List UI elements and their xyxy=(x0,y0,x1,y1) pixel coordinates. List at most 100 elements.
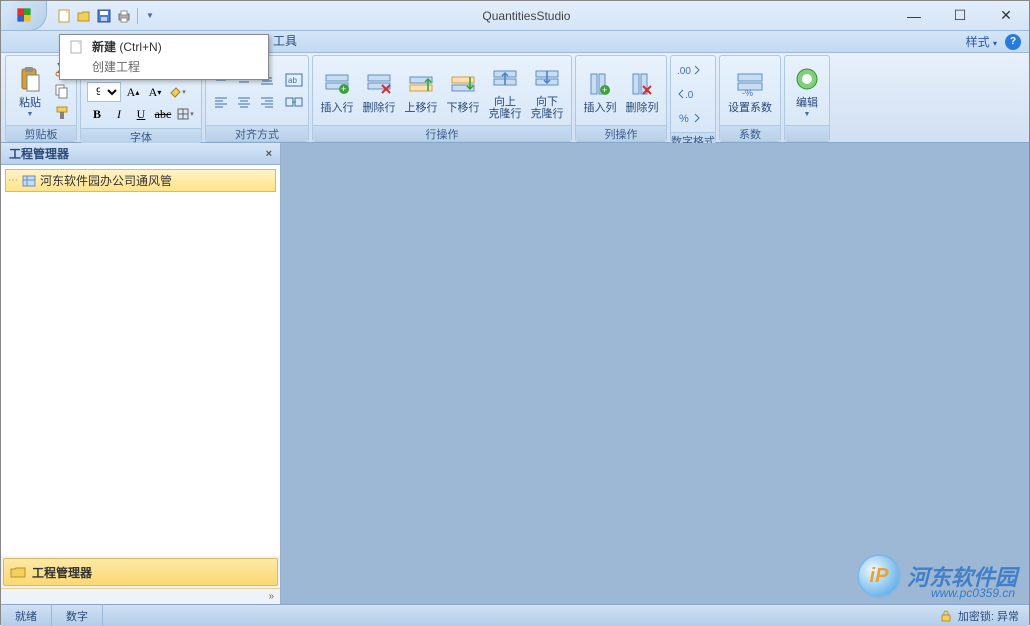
edit-button[interactable]: 编辑▼ xyxy=(789,59,825,123)
paste-icon xyxy=(14,63,46,95)
main-area: 工程管理器 × ⋯ 河东软件园办公司通风管 工程管理器 » xyxy=(1,143,1029,604)
clone-up-icon xyxy=(489,62,521,94)
separator xyxy=(137,8,138,24)
font-size-select[interactable]: 9 xyxy=(87,82,121,102)
close-button[interactable]: ✕ xyxy=(983,1,1029,31)
decrease-decimal-icon[interactable]: .0 xyxy=(677,84,701,104)
moveup-icon xyxy=(405,68,437,100)
help-icon[interactable]: ? xyxy=(1005,34,1021,50)
movedown-row-button[interactable]: 下移行 xyxy=(443,59,483,123)
status-bar: 就绪 数字 加密锁: 异常 xyxy=(1,604,1029,626)
coefficient-icon: -% xyxy=(734,68,766,100)
group-row-ops: +插入行 删除行 上移行 下移行 向上克隆行 向下克隆行 行操作 xyxy=(312,55,572,142)
sidebar-header: 工程管理器 × xyxy=(1,143,280,165)
moveup-row-button[interactable]: 上移行 xyxy=(401,59,441,123)
italic-button[interactable]: I xyxy=(109,104,129,124)
grow-font-icon[interactable]: A▴ xyxy=(123,82,143,102)
group-label: 剪贴板 xyxy=(6,125,76,141)
quick-access-toolbar: ▼ xyxy=(51,7,162,25)
content-area xyxy=(281,143,1029,604)
shrink-font-icon[interactable]: A▾ xyxy=(145,82,165,102)
edit-icon xyxy=(791,63,823,95)
svg-text:+: + xyxy=(602,85,607,95)
delete-col-button[interactable]: 删除列 xyxy=(622,59,662,123)
project-icon xyxy=(22,174,36,188)
style-dropdown[interactable]: 样式 ▾ xyxy=(962,31,1001,52)
strikethrough-button[interactable]: abc xyxy=(153,104,173,124)
delete-row-button[interactable]: 删除行 xyxy=(359,59,399,123)
save-icon[interactable] xyxy=(95,7,113,25)
svg-text:%: % xyxy=(679,113,689,125)
fill-color-icon[interactable]: ▾ xyxy=(167,82,187,102)
group-label: 字体 xyxy=(81,128,201,144)
align-center-icon[interactable] xyxy=(233,91,255,113)
close-panel-icon[interactable]: × xyxy=(266,148,272,160)
svg-text:+: + xyxy=(341,84,346,94)
popup-shortcut: (Ctrl+N) xyxy=(119,40,161,54)
delete-row-icon xyxy=(363,68,395,100)
dropdown-arrow-icon: ▼ xyxy=(27,111,34,118)
title-bar: ▼ QuantitiesStudio — ☐ ✕ xyxy=(1,1,1029,31)
group-edit: 编辑▼ xyxy=(784,55,830,142)
popup-subtitle: 创建工程 xyxy=(60,58,268,79)
maximize-button[interactable]: ☐ xyxy=(937,1,983,31)
align-left-icon[interactable] xyxy=(210,91,232,113)
status-lock: 加密锁: 异常 xyxy=(958,608,1019,624)
document-icon xyxy=(68,39,84,55)
merge-cells-icon[interactable] xyxy=(284,92,304,112)
project-sidebar: 工程管理器 × ⋯ 河东软件园办公司通风管 工程管理器 » xyxy=(1,143,281,604)
insert-row-button[interactable]: +插入行 xyxy=(317,59,357,123)
app-menu-button[interactable] xyxy=(1,1,47,31)
group-label xyxy=(785,125,829,141)
window-controls: — ☐ ✕ xyxy=(891,1,1029,31)
open-icon[interactable] xyxy=(75,7,93,25)
movedown-icon xyxy=(447,68,479,100)
group-label: 列操作 xyxy=(576,125,666,141)
expand-chevron-icon[interactable]: » xyxy=(1,588,280,604)
minimize-button[interactable]: — xyxy=(891,1,937,31)
underline-button[interactable]: U xyxy=(131,104,151,124)
align-right-icon[interactable] xyxy=(256,91,278,113)
clone-up-button[interactable]: 向上克隆行 xyxy=(485,59,525,123)
popup-title: 新建 xyxy=(92,40,116,54)
window-title: QuantitiesStudio xyxy=(162,9,891,23)
footer-label: 工程管理器 xyxy=(32,564,92,581)
insert-col-button[interactable]: +插入列 xyxy=(580,59,620,123)
increase-decimal-icon[interactable]: .00 xyxy=(677,60,701,80)
tree-connector-icon: ⋯ xyxy=(8,175,18,186)
sidebar-footer[interactable]: 工程管理器 xyxy=(3,558,278,586)
group-label: 行操作 xyxy=(313,125,571,141)
delete-col-icon xyxy=(626,68,658,100)
tree-item[interactable]: ⋯ 河东软件园办公司通风管 xyxy=(5,169,276,192)
insert-row-icon: + xyxy=(321,68,353,100)
copy-icon[interactable] xyxy=(52,81,72,101)
clone-down-icon xyxy=(531,62,563,94)
clone-down-button[interactable]: 向下克隆行 xyxy=(527,59,567,123)
svg-text:ab: ab xyxy=(288,76,297,85)
insert-col-icon: + xyxy=(584,68,616,100)
set-coefficient-button[interactable]: -%设置系数 xyxy=(724,59,776,123)
percent-icon[interactable]: % xyxy=(677,108,701,128)
bold-button[interactable]: B xyxy=(87,104,107,124)
qat-dropdown-icon[interactable]: ▼ xyxy=(142,11,158,20)
group-label: 系数 xyxy=(720,125,780,141)
project-tree[interactable]: ⋯ 河东软件园办公司通风管 xyxy=(1,165,280,556)
new-icon[interactable] xyxy=(55,7,73,25)
status-ready: 就绪 xyxy=(1,605,52,626)
border-icon[interactable]: ▾ xyxy=(175,104,195,124)
group-number-format: .00 .0 % 数字格式 xyxy=(670,55,716,142)
group-label: 对齐方式 xyxy=(206,125,308,141)
tree-item-label: 河东软件园办公司通风管 xyxy=(40,172,172,189)
paste-button[interactable]: 粘贴 ▼ xyxy=(10,59,50,123)
print-icon[interactable] xyxy=(115,7,133,25)
group-coefficient: -%设置系数 系数 xyxy=(719,55,781,142)
group-col-ops: +插入列 删除列 列操作 xyxy=(575,55,667,142)
dropdown-arrow-icon: ▼ xyxy=(804,111,811,118)
svg-text:.0: .0 xyxy=(685,90,694,101)
folder-icon xyxy=(10,565,26,579)
status-num: 数字 xyxy=(52,605,103,626)
wrap-text-icon[interactable]: ab xyxy=(284,70,304,90)
format-painter-icon[interactable] xyxy=(52,103,72,123)
new-tooltip: 新建 (Ctrl+N) 创建工程 xyxy=(59,34,269,80)
lock-icon xyxy=(940,610,952,622)
